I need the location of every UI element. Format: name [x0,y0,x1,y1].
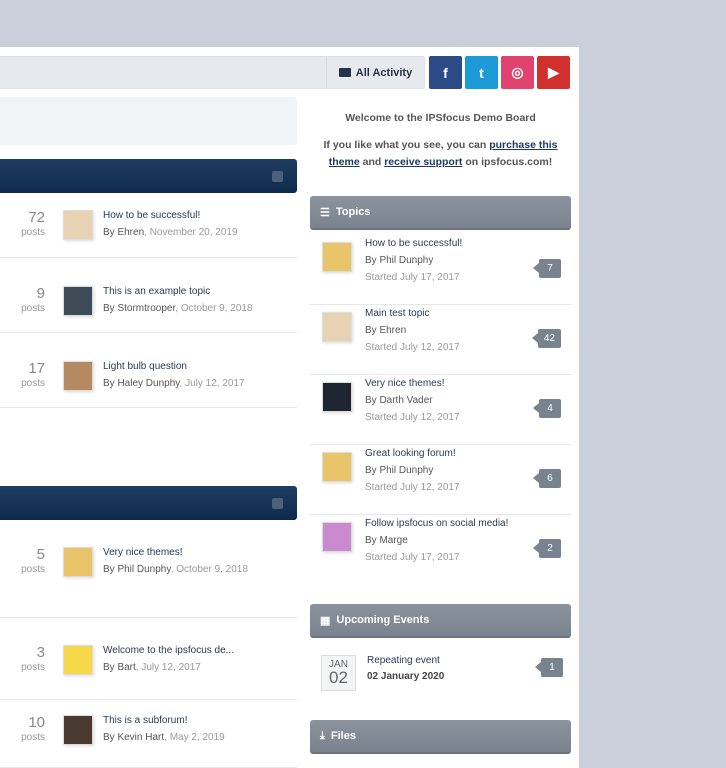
announcement-box [0,97,297,145]
author-avatar[interactable] [63,361,93,391]
topic-item: Main test topic By Ehren Started July 12, … [310,305,571,375]
events-widget-header: ▦ Upcoming Events [310,604,571,638]
author-link[interactable]: By Haley Dunphy [103,378,180,389]
instagram-button[interactable]: ◎ [501,56,534,89]
last-post-title[interactable]: This is an example topic [103,283,253,300]
list-icon: ☰ [320,206,330,219]
reply-count-badge: 2 [533,539,561,558]
forum-row: 5 posts Very nice themes! By Phil Dunphy, … [0,520,297,618]
last-post-title[interactable]: This is a subforum! [103,712,225,729]
reply-count-badge: 7 [533,259,561,278]
forum-row: 9 posts This is an example topic By Stormt… [0,258,297,333]
author-link[interactable]: By Ehren [103,227,144,238]
forum-row: 72 posts How to be successful! By Ehren, N… [0,193,297,258]
welcome-text: If you like what you see, you can purcha… [323,139,558,168]
event-title[interactable]: Repeating event [367,653,444,669]
youtube-button[interactable]: ▶ [537,56,570,89]
author-avatar[interactable] [322,312,352,342]
forum-row: 17 posts Light bulb question By Haley Dunp… [0,333,297,408]
post-count: 3 posts [21,644,45,673]
post-count: 10 posts [21,714,45,743]
topics-widget-header: ☰ Topics [310,196,571,230]
post-date: October 9, 2018 [176,564,248,575]
last-post-title[interactable]: How to be successful! [103,207,238,224]
topic-title[interactable]: How to be successful! [365,235,462,252]
topic-author[interactable]: By Phil Dunphy [365,252,462,269]
author-avatar[interactable] [63,547,93,577]
author-link[interactable]: By Kevin Hart [103,732,164,743]
post-count: 72 posts [21,209,45,238]
last-post-title[interactable]: Welcome to the ipsfocus de... [103,642,234,659]
twitter-button[interactable]: t [465,56,498,89]
category-header [0,486,297,520]
author-link[interactable]: By Bart [103,662,136,673]
collapse-icon[interactable] [272,171,283,182]
calendar-icon: ▦ [320,614,331,627]
author-avatar[interactable] [63,715,93,745]
topic-title[interactable]: Main test topic [365,305,460,322]
topic-title[interactable]: Very nice themes! [365,375,460,392]
download-icon: ⤓ [320,729,325,742]
topic-title[interactable]: Great looking forum! [365,445,460,462]
folder-open-icon [338,68,351,77]
author-avatar[interactable] [322,382,352,412]
topic-item: Great looking forum! By Phil Dunphy Starte… [310,445,571,515]
breadcrumb-bar: All Activity [0,56,425,89]
reply-count-badge: 42 [531,329,561,348]
event-date: JAN 02 [321,655,356,691]
files-widget-header: ⤓ Files [310,720,571,754]
topic-item: How to be successful! By Phil Dunphy Start… [310,235,571,305]
category-header [0,159,297,193]
post-date: November 20, 2019 [149,227,238,238]
last-post-title[interactable]: Very nice themes! [103,544,248,561]
youtube-icon: ▶ [548,64,559,80]
facebook-icon: f [443,64,448,81]
author-avatar[interactable] [322,522,352,552]
author-avatar[interactable] [63,645,93,675]
collapse-icon[interactable] [272,498,283,509]
author-avatar[interactable] [322,242,352,272]
event-item: Repeating event 02 January 2020 [367,653,445,682]
twitter-icon: t [479,64,484,81]
author-link[interactable]: By Stormtrooper [103,303,175,314]
post-date: July 12, 2017 [185,378,245,389]
author-avatar[interactable] [322,452,352,482]
forum-row: 10 posts This is a subforum! By Kevin Hart… [0,700,297,768]
instagram-icon: ◎ [511,64,524,80]
forum-row: 3 posts Welcome to the ipsfocus de... By B… [0,618,297,700]
topic-author[interactable]: By Ehren [365,322,460,339]
post-count: 17 posts [21,360,45,389]
reply-count-badge: 6 [533,469,561,488]
post-date: July 12, 2017 [141,662,201,673]
support-link[interactable]: receive support [384,156,462,168]
topic-author[interactable]: By Darth Vader [365,392,460,409]
post-count: 5 posts [21,546,45,575]
all-activity-button[interactable]: All Activity [326,57,424,88]
reply-count-badge: 4 [533,399,561,418]
last-post-title[interactable]: Light bulb question [103,358,245,375]
topic-author[interactable]: By Phil Dunphy [365,462,460,479]
post-date: October 9, 2018 [180,303,253,314]
facebook-button[interactable]: f [429,56,462,89]
author-link[interactable]: By Phil Dunphy [103,564,171,575]
topic-item: Very nice themes! By Darth Vader Started J… [310,375,571,445]
post-date: May 2, 2019 [169,732,225,743]
topic-item: Follow ipsfocus on social media! By Marge… [310,515,571,585]
topic-author[interactable]: By Marge [365,532,508,549]
post-count: 9 posts [21,285,45,314]
topic-title[interactable]: Follow ipsfocus on social media! [365,515,508,532]
event-count-badge: 1 [535,658,563,677]
welcome-title: Welcome to the IPSfocus Demo Board [345,112,536,124]
author-avatar[interactable] [63,210,93,240]
author-avatar[interactable] [63,286,93,316]
